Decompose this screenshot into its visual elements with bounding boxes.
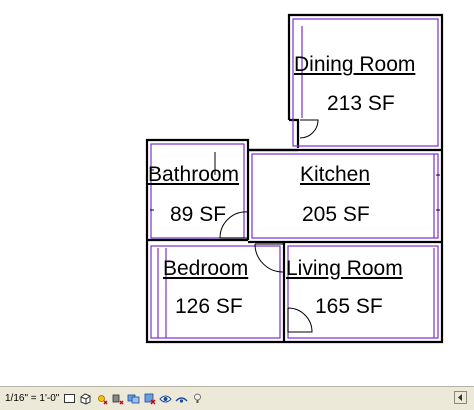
show-crop-region-icon[interactable] <box>143 392 156 405</box>
room-label-dining[interactable]: Dining Room <box>294 54 415 75</box>
reveal-hidden-icon[interactable] <box>175 392 188 405</box>
detail-level-icon[interactable] <box>63 392 76 405</box>
right-tools <box>454 391 470 404</box>
room-area-kitchen: 205 SF <box>302 203 370 226</box>
analysis-display-icon[interactable] <box>191 392 204 405</box>
room-area-living: 165 SF <box>315 295 383 318</box>
model-graphics-style-icon[interactable] <box>79 392 92 405</box>
crop-view-icon[interactable] <box>127 392 140 405</box>
view-control-bar: 1/16" = 1'-0" <box>0 386 474 410</box>
room-label-living[interactable]: Living Room <box>286 258 403 279</box>
room-area-dining: 213 SF <box>327 92 395 115</box>
room-label-kitchen[interactable]: Kitchen <box>300 164 370 185</box>
sun-path-icon[interactable] <box>95 392 108 405</box>
shadows-icon[interactable] <box>111 392 124 405</box>
room-area-bedroom: 126 SF <box>175 295 243 318</box>
room-area-bathroom: 89 SF <box>170 203 227 226</box>
scroll-left-icon[interactable] <box>454 391 467 404</box>
view-scale[interactable]: 1/16" = 1'-0" <box>5 393 59 404</box>
room-label-bedroom[interactable]: Bedroom <box>163 258 248 279</box>
drawing-canvas[interactable]: Dining Room 213 SF Kitchen 205 SF Bathro… <box>0 0 474 386</box>
temporary-hide-icon[interactable] <box>159 392 173 405</box>
room-label-bathroom[interactable]: Bathroom <box>148 164 239 185</box>
